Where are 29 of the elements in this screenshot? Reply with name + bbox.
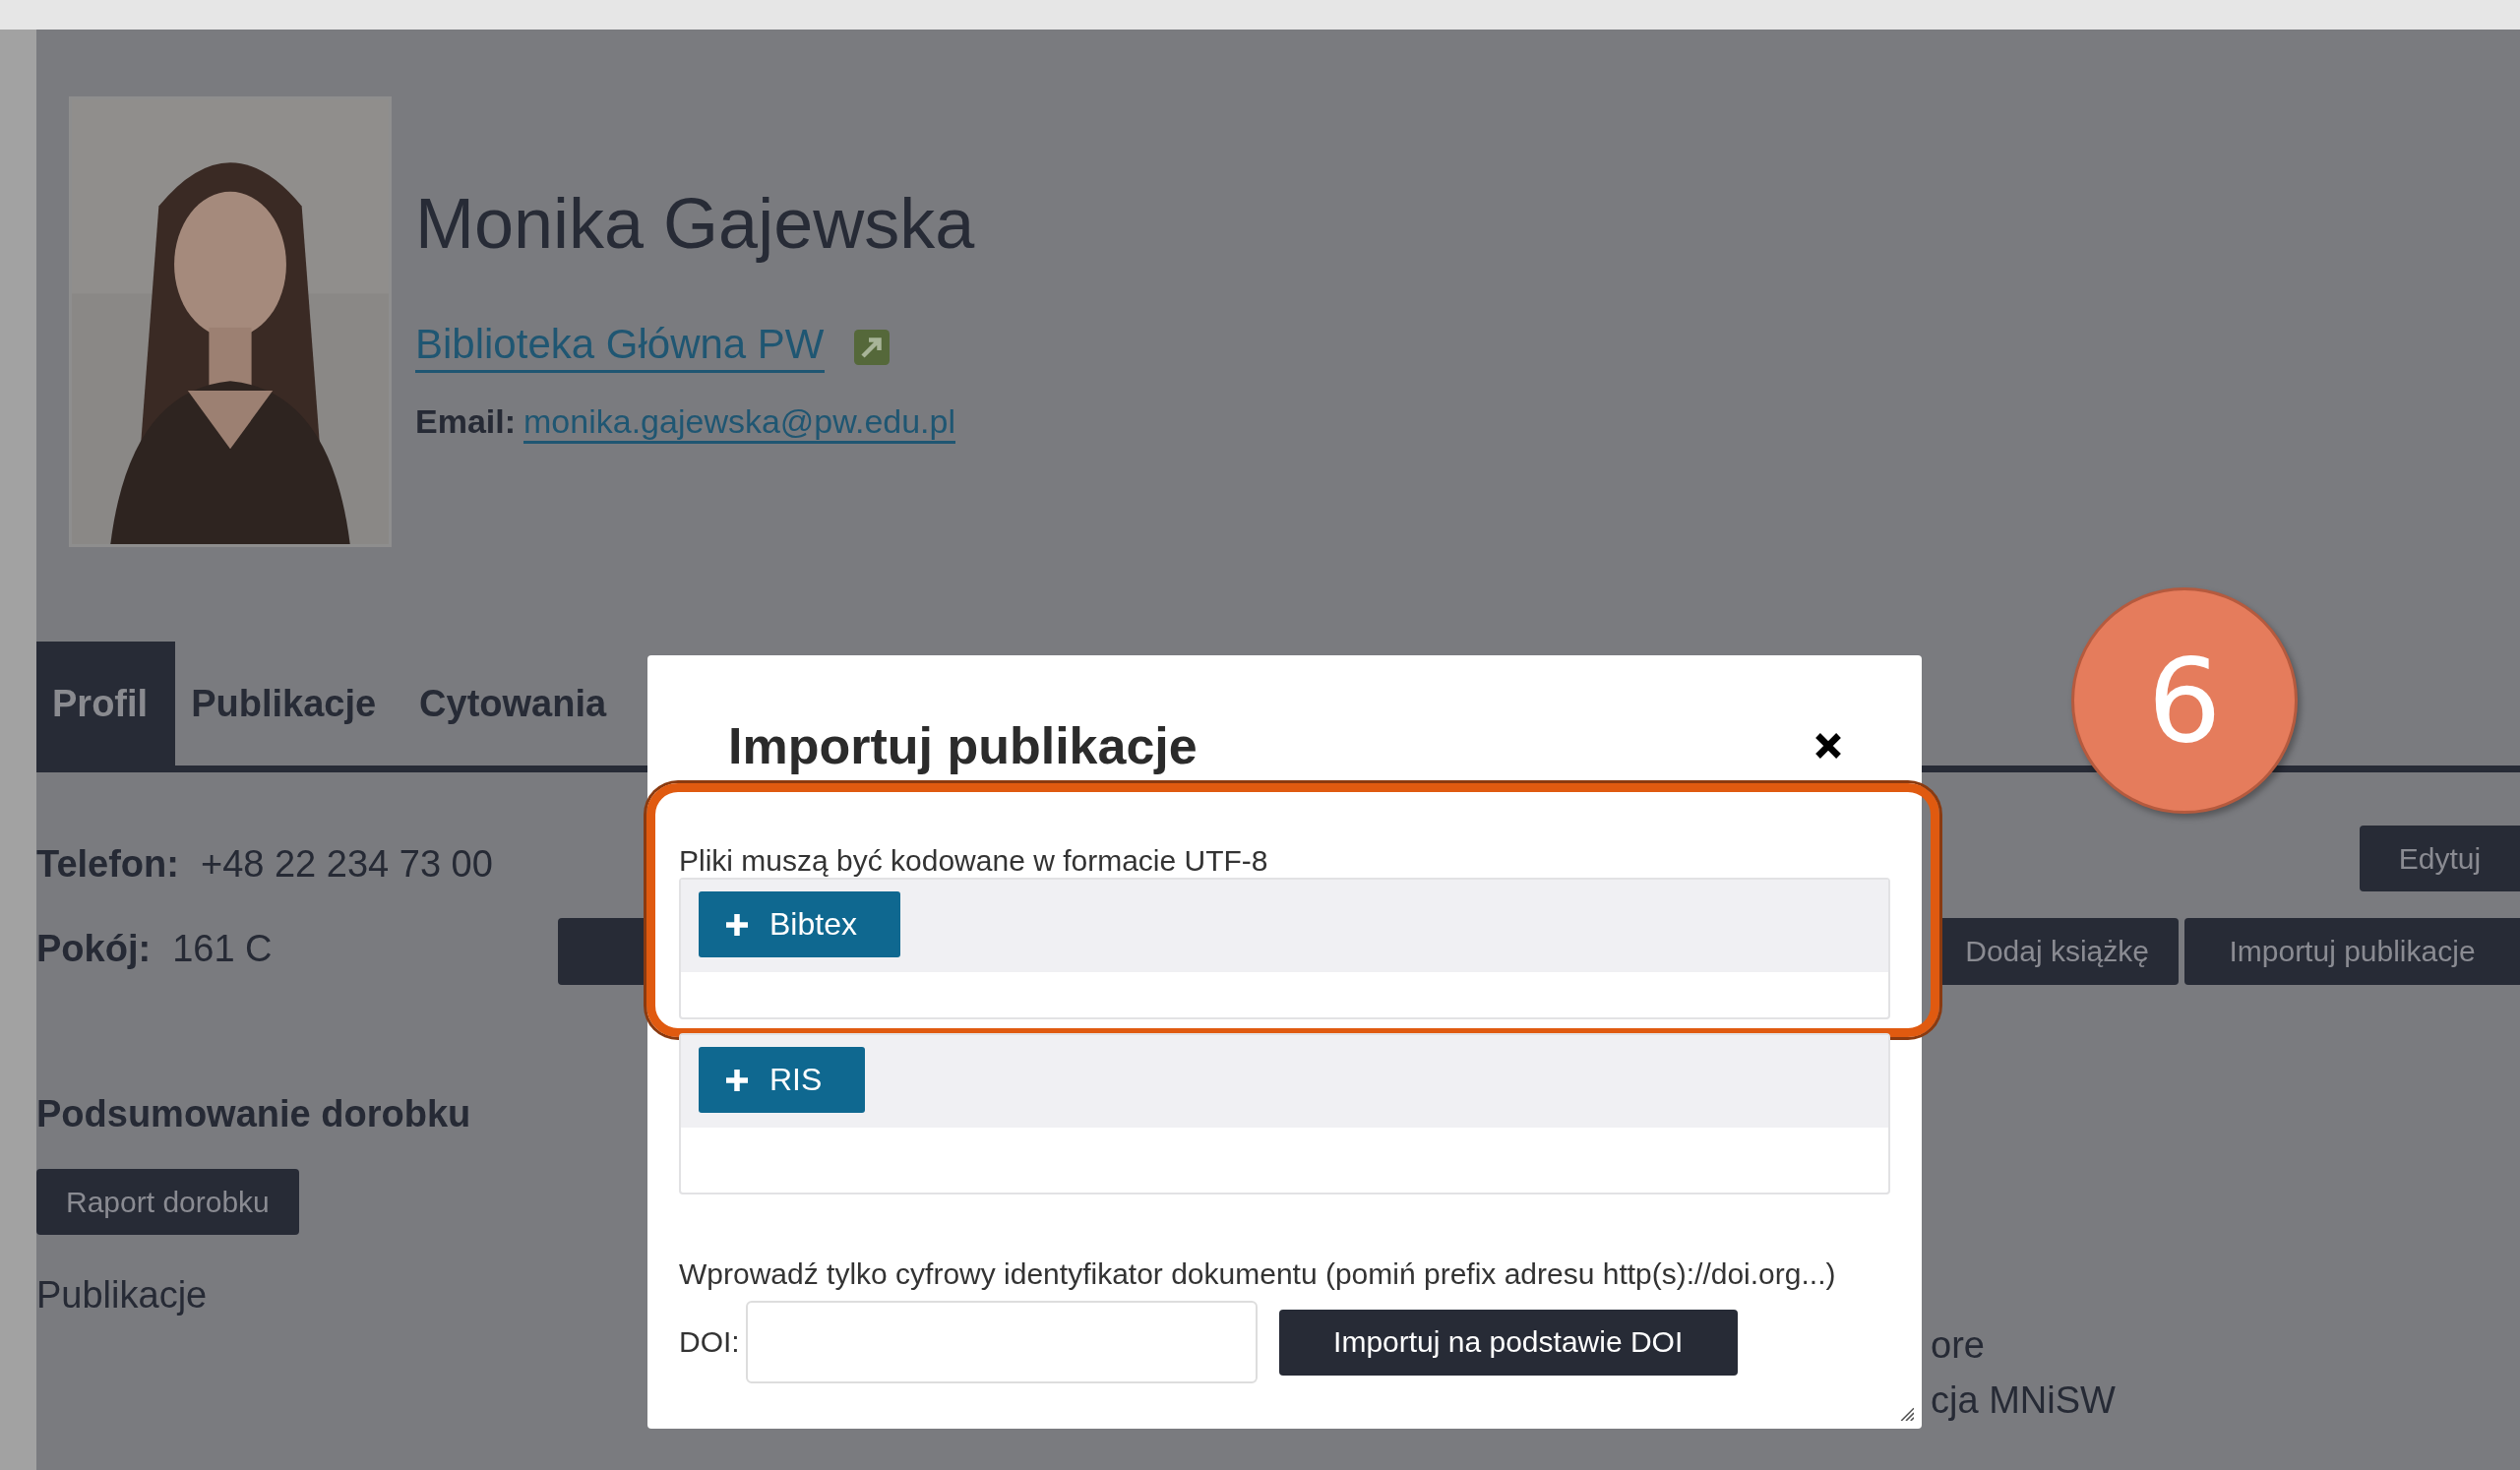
tab[interactable]: Profil xyxy=(36,642,176,766)
close-icon[interactable] xyxy=(1813,731,1843,761)
email-label: Email: xyxy=(415,402,517,441)
plus-icon xyxy=(726,913,748,936)
action-button[interactable]: Importuj publikacje xyxy=(2184,918,2520,985)
doi-hint: Wprowadź tylko cyfrowy identyfikator dokumentu (pomiń prefix adresu http(s)://doi.org...) xyxy=(679,1257,1837,1291)
tab[interactable]: Cytowania xyxy=(403,642,635,766)
edit-button[interactable]: Edytuj xyxy=(2360,826,2520,891)
external-link-icon[interactable] xyxy=(853,329,890,365)
doi-label: DOI: xyxy=(679,1325,740,1359)
plus-icon xyxy=(726,1069,748,1091)
doi-input[interactable] xyxy=(745,1301,1258,1383)
upload-button[interactable]: Bibtex xyxy=(699,891,900,957)
list-text: cja MNiSW xyxy=(1931,1379,2117,1423)
tab[interactable]: Publikacje xyxy=(175,642,404,766)
contact-label: Telefon: xyxy=(36,843,179,887)
doi-import-button[interactable]: Importuj na podstawie DOI xyxy=(1278,1309,1738,1376)
upload-button[interactable]: RIS xyxy=(699,1047,866,1113)
contact-label: Pokój: xyxy=(36,928,152,971)
contact-value: +48 22 234 73 00 xyxy=(200,843,493,887)
section-heading: Podsumowanie dorobku xyxy=(36,1093,472,1135)
list-text: ore xyxy=(1931,1324,1986,1368)
dialog-title: Importuj publikacje xyxy=(728,716,1198,775)
person-name: Monika Gajewska xyxy=(415,183,975,264)
section-label: Publikacje xyxy=(36,1274,209,1317)
resize-grip-icon[interactable] xyxy=(1898,1405,1914,1421)
encoding-note: Pliki muszą być kodowane w formacie UTF-8 xyxy=(679,844,1269,878)
contact-value: 161 C xyxy=(172,928,273,971)
report-button[interactable]: Raport dorobku xyxy=(36,1169,299,1235)
